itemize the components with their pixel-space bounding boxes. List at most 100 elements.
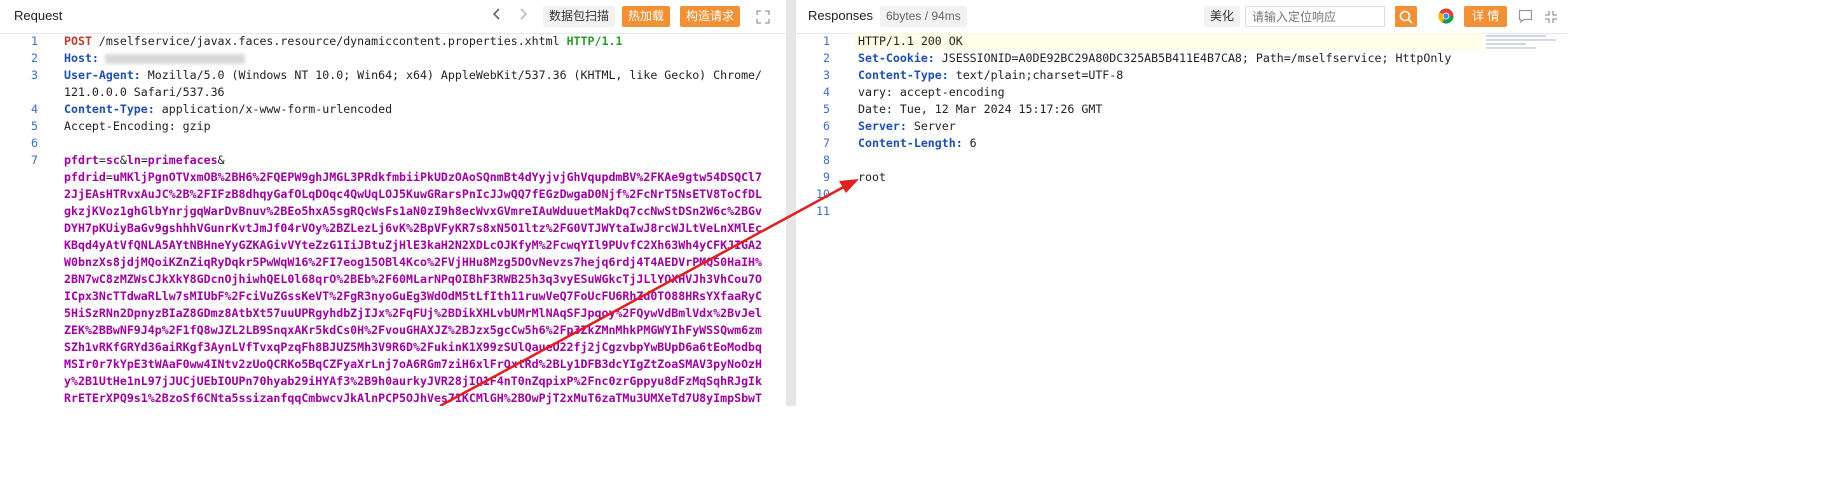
request-body: ZEK%2BBwNF9J4p%2F1fQ8wJZL2LB9SnqxAKr5kdC…: [64, 323, 763, 337]
code-line: 5HiSzRNn2DpnyzBIaZ8GDmz8AtbXt57uuUPRgyhd…: [0, 305, 786, 322]
line-number: 6: [823, 119, 830, 133]
line-text: Server: Server: [858, 118, 956, 135]
line-value: vary: accept-encoding: [858, 85, 1005, 99]
header-key: Content-Length:: [858, 136, 963, 150]
code-line: 121.0.0.0 Safari/537.36: [0, 84, 786, 101]
code-line: 3 User-Agent: Mozilla/5.0 (Windows NT 10.…: [0, 67, 786, 84]
code-line: y%2B1UtHe1nL97jJUCjUEbIOUPn70hyab29iHYAf…: [0, 373, 786, 390]
line-value: 6: [962, 136, 977, 150]
line-text: pfdrid=uMKljPgnOTVxmOB%2BH6%2FQEPW9ghJMG…: [64, 169, 762, 186]
line-text: ICpx3NcTTdwaRLlw7sMIUbF%2FciVuZGssKeVT%2…: [64, 288, 762, 305]
line-number: 7: [31, 153, 38, 167]
request-title: Request: [14, 8, 63, 23]
code-line: 6 Server: Server: [796, 118, 1568, 135]
request-body: 2JjEAsHTRvxAuJC%2B%2FIFzB8dhqyGafOLqDOqc…: [64, 187, 763, 201]
panel-divider[interactable]: [786, 0, 796, 406]
minimap[interactable]: [1486, 34, 1560, 54]
line-text: MSIr0r7kYpE3tWAaF0ww4INtv2zUoQCRKo5BqCZF…: [64, 356, 762, 373]
line-text: RrETErXPQ9s1%2BzoSf6CNta5ssizanfqqCmbwcv…: [64, 390, 762, 406]
line-text: 2JjEAsHTRvxAuJC%2B%2FIFzB8dhqyGafOLqDOqc…: [64, 186, 762, 203]
line-text: 2BN7wC8zMZWsCJkXkY8GDcnOjhiwhQEL0l68qrO%…: [64, 271, 762, 288]
line-text: Set-Cookie: JSESSIONID=A0DE92BC29A80DC32…: [858, 50, 1451, 67]
line-text: root: [858, 169, 886, 186]
line-text: Accept-Encoding: gzip: [64, 118, 211, 135]
beautify-button[interactable]: 美化: [1204, 6, 1241, 27]
response-title: Responses: [808, 8, 874, 23]
request-editor[interactable]: 1 POST /mselfservice/javax.faces.resource…: [0, 33, 786, 406]
code-line: 1 POST /mselfservice/javax.faces.resource…: [0, 33, 786, 50]
request-body: W0bnzXs8jdjMQoiKZnZiqRyDqkr5PwWqW16%2FI7…: [64, 255, 763, 269]
line-number: 9: [823, 170, 830, 184]
hot-load-button[interactable]: 热加载: [622, 6, 671, 27]
header-key: Content-Type:: [858, 68, 949, 82]
packet-scan-button[interactable]: 数据包扫描: [543, 6, 616, 27]
line-text: W0bnzXs8jdjMQoiKZnZiqRyDqkr5PwWqW16%2FI7…: [64, 254, 762, 271]
line-number: 3: [31, 68, 38, 82]
minimize-icon[interactable]: [1544, 10, 1558, 29]
search-input[interactable]: [1245, 6, 1385, 27]
code-line: 5 Accept-Encoding: gzip: [0, 118, 786, 135]
request-body: pfdrid=uMKljPgnOTVxmOB%2BH6%2FQEPW9ghJMG…: [64, 170, 763, 184]
code-line: ZEK%2BBwNF9J4p%2F1fQ8wJZL2LB9SnqxAKr5kdC…: [0, 322, 786, 339]
code-line: SZh1vRKfGRYd36aiRKgf3AynLVfTvxqPzqFh8BJU…: [0, 339, 786, 356]
line-text: Content-Type: text/plain;charset=UTF-8: [858, 67, 1123, 84]
code-line: 7 pfdrt=sc&ln=primefaces&: [0, 152, 786, 169]
line-number: 5: [31, 119, 38, 133]
code-line: pfdrid=uMKljPgnOTVxmOB%2BH6%2FQEPW9ghJMG…: [0, 169, 786, 186]
search-button[interactable]: [1395, 6, 1417, 27]
comment-icon[interactable]: [1518, 9, 1533, 29]
code-line: gkzjKVoz1ghGlbYnrjgqWarDvBnuv%2BEo5hxA5s…: [0, 203, 786, 220]
line-text: Content-Type: application/x-www-form-url…: [64, 101, 392, 118]
response-header: Responses 6bytes / 94ms 美化 详 情: [796, 0, 1568, 34]
code-line: 4 Content-Type: application/x-www-form-ur…: [0, 101, 786, 118]
line-number: 1: [823, 34, 830, 48]
expand-icon[interactable]: [756, 10, 770, 29]
code-line: 2 Host:: [0, 50, 786, 67]
code-line: 3 Content-Type: text/plain;charset=UTF-8: [796, 67, 1568, 84]
request-body: y%2B1UtHe1nL97jJUCjUEbIOUPn70hyab29iHYAf…: [64, 374, 763, 388]
line-text: Date: Tue, 12 Mar 2024 15:17:26 GMT: [858, 101, 1102, 118]
line-number: 7: [823, 136, 830, 150]
line-text: 121.0.0.0 Safari/537.36: [64, 84, 225, 101]
code-line: MSIr0r7kYpE3tWAaF0ww4INtv2zUoQCRKo5BqCZF…: [0, 356, 786, 373]
http-version: HTTP/1.1: [566, 34, 623, 48]
code-line: 4 vary: accept-encoding: [796, 84, 1568, 101]
request-body: 2BN7wC8zMZWsCJkXkY8GDcnOjhiwhQEL0l68qrO%…: [64, 272, 763, 286]
header-key: Server:: [858, 119, 907, 133]
code-line: 11: [796, 203, 1568, 220]
line-text: gkzjKVoz1ghGlbYnrjgqWarDvBnuv%2BEo5hxA5s…: [64, 203, 762, 220]
line-number: 4: [31, 102, 38, 116]
request-body: gkzjKVoz1ghGlbYnrjgqWarDvBnuv%2BEo5hxA5s…: [64, 204, 763, 218]
line-text: pfdrt=sc&ln=primefaces&: [64, 152, 225, 169]
line-text: SZh1vRKfGRYd36aiRKgf3AynLVfTvxqPzqFh8BJU…: [64, 339, 762, 356]
line-value: 121.0.0.0 Safari/537.36: [64, 85, 225, 99]
line-value: /mselfservice/javax.faces.resource/dynam…: [91, 34, 567, 48]
request-body: KBqd4yAtVfQNLA5AYtNBHneYyGZKAGivVYteZzG1…: [64, 238, 763, 252]
line-text: DYH7pKUiyBaGv9gshhhVGunrKvtJmJf04rVOy%2B…: [64, 220, 762, 237]
header-key: Set-Cookie:: [858, 51, 935, 65]
detail-button[interactable]: 详 情: [1464, 6, 1508, 27]
chevron-right-icon[interactable]: [517, 6, 529, 26]
line-text: User-Agent: Mozilla/5.0 (Windows NT 10.0…: [64, 67, 762, 84]
response-editor[interactable]: 1 HTTP/1.1 200 OK 2 Set-Cookie: JSESSIONID=…: [796, 33, 1568, 406]
line-value: text/plain;charset=UTF-8: [948, 68, 1124, 82]
redacted-host: [104, 53, 245, 64]
line-text: ZEK%2BBwNF9J4p%2F1fQ8wJZL2LB9SnqxAKr5kdC…: [64, 322, 762, 339]
code-line: 9 root: [796, 169, 1568, 186]
code-line: 7 Content-Length: 6: [796, 135, 1568, 152]
line-text: Host:: [64, 50, 245, 67]
chevron-left-icon[interactable]: [491, 6, 503, 26]
line-text: KBqd4yAtVfQNLA5AYtNBHneYyGZKAGivVYteZzG1…: [64, 237, 762, 254]
chrome-icon[interactable]: [1438, 8, 1454, 29]
line-text: y%2B1UtHe1nL97jJUCjUEbIOUPn70hyab29iHYAf…: [64, 373, 762, 390]
code-line: W0bnzXs8jdjMQoiKZnZiqRyDqkr5PwWqW16%2FI7…: [0, 254, 786, 271]
line-text: HTTP/1.1 200 OK: [858, 33, 963, 50]
line-value: HTTP/1.1 200 OK: [858, 34, 963, 48]
code-line: 8: [796, 152, 1568, 169]
line-value: JSESSIONID=A0DE92BC29A80DC325AB5B411E4B7…: [934, 51, 1452, 65]
line-text: Content-Length: 6: [858, 135, 977, 152]
build-request-button[interactable]: 构造请求: [680, 6, 741, 27]
line-number: 6: [31, 136, 38, 150]
line-number: 11: [816, 204, 830, 218]
line-value: Date: Tue, 12 Mar 2024 15:17:26 GMT: [858, 102, 1103, 116]
